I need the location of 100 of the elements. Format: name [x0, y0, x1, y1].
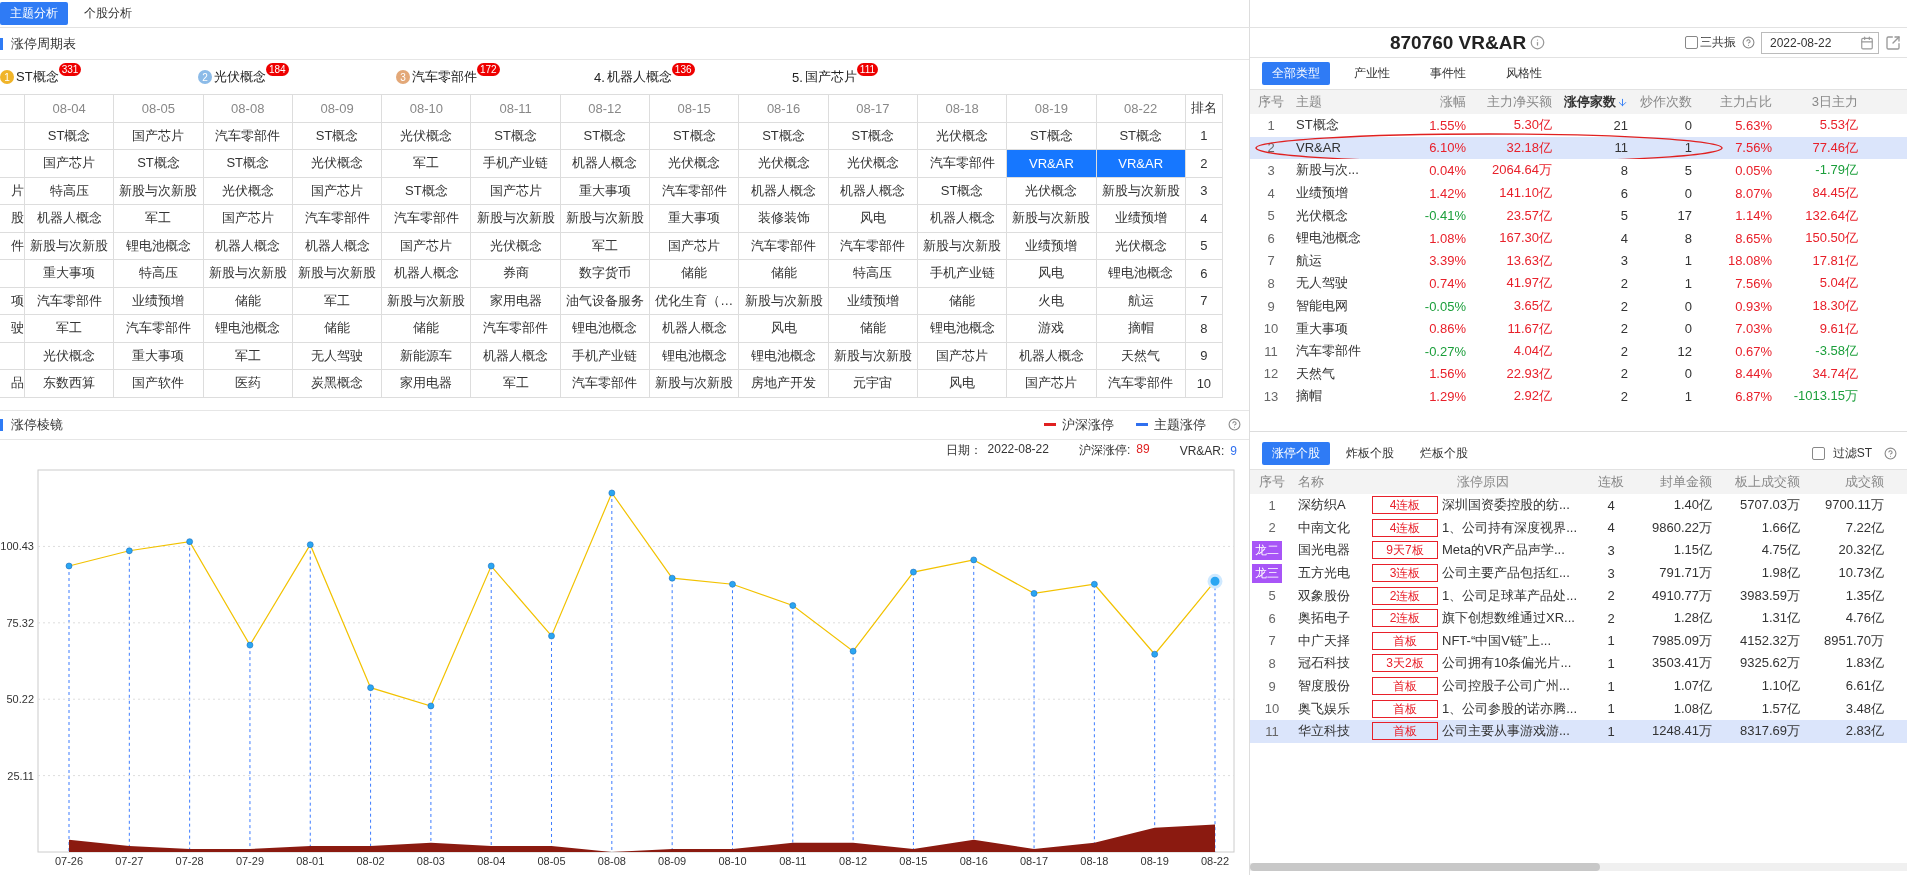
theme-cell[interactable]: 储能	[292, 315, 383, 343]
tab[interactable]: 主题分析	[0, 2, 68, 25]
theme-cell[interactable]: 特高压	[828, 260, 918, 288]
theme-cell[interactable]: 手机产业链	[560, 342, 651, 370]
theme-cell[interactable]: 业绩预增	[1007, 232, 1097, 260]
theme-cell[interactable]: ST概念	[1007, 122, 1097, 150]
theme-cell[interactable]: 储能	[917, 287, 1008, 315]
theme-cell[interactable]: 机器人概念	[917, 205, 1008, 233]
theme-cell[interactable]: 锂电池概念	[114, 232, 204, 260]
theme-cell[interactable]: ST概念	[560, 122, 651, 150]
theme-cell[interactable]: 新股与次新股	[382, 287, 472, 315]
theme-cell[interactable]: 券商	[471, 260, 561, 288]
theme-cell[interactable]: ST概念	[382, 177, 472, 205]
theme-cell[interactable]: 元宇宙	[828, 370, 918, 398]
theme-cell[interactable]: 汽车零部件	[382, 205, 472, 233]
theme-cell[interactable]: 储能	[203, 287, 293, 315]
theme-cell[interactable]: 摘帽	[1096, 315, 1186, 343]
theme-cell[interactable]: 光伏概念	[1007, 177, 1097, 205]
theme-cell[interactable]: 天然气	[1096, 342, 1186, 370]
theme-cell[interactable]: 重大事项	[25, 260, 115, 288]
theme-cell[interactable]: 光伏概念	[739, 150, 829, 178]
theme-cell[interactable]: 国产芯片	[25, 150, 115, 178]
tab[interactable]: 涨停个股	[1262, 442, 1330, 465]
theme-cell[interactable]: 航运	[1096, 287, 1186, 315]
theme-cell[interactable]: 新股与次新股	[828, 342, 918, 370]
tab[interactable]: 全部类型	[1262, 62, 1330, 85]
theme-cell[interactable]: 储能	[650, 260, 740, 288]
theme-cell[interactable]: 军工	[292, 287, 383, 315]
theme-cell[interactable]: 军工	[25, 315, 115, 343]
theme-cell[interactable]: ST概念	[828, 122, 918, 150]
theme-cell[interactable]: ST概念	[114, 150, 204, 178]
theme-cell[interactable]: 机器人概念	[203, 232, 293, 260]
theme-cell[interactable]: 锂电池概念	[560, 315, 651, 343]
theme-cell[interactable]: ST概念	[1096, 122, 1186, 150]
theme-cell[interactable]: 机器人概念	[292, 232, 383, 260]
theme-cell[interactable]: 国产芯片	[292, 177, 383, 205]
theme-cell[interactable]: 重大事项	[114, 342, 204, 370]
date-field[interactable]: 2022-08-22	[1761, 31, 1879, 54]
theme-cell[interactable]: 储能	[828, 315, 918, 343]
theme-cell[interactable]: 汽车零部件	[650, 177, 740, 205]
tab[interactable]: 个股分析	[74, 2, 142, 25]
theme-cell[interactable]: ST概念	[203, 150, 293, 178]
export-icon[interactable]	[1885, 34, 1901, 51]
theme-cell[interactable]: 风电	[1007, 260, 1097, 288]
theme-cell[interactable]: 业绩预增	[828, 287, 918, 315]
theme-cell[interactable]: 国产芯片	[917, 342, 1008, 370]
theme-cell[interactable]: 机器人概念	[828, 177, 918, 205]
theme-cell[interactable]: 机器人概念	[560, 150, 651, 178]
theme-name[interactable]: 汽车零部件	[412, 68, 477, 86]
theme-name[interactable]: ST概念	[16, 68, 59, 86]
tab[interactable]: 炸板个股	[1336, 442, 1404, 465]
theme-cell[interactable]: 医药	[203, 370, 293, 398]
theme-cell[interactable]: 家用电器	[382, 370, 472, 398]
theme-cell[interactable]: 光伏概念	[1096, 232, 1186, 260]
checkbox[interactable]	[1685, 36, 1698, 49]
theme-cell[interactable]: 机器人概念	[25, 205, 115, 233]
theme-cell[interactable]: 特高压	[114, 260, 204, 288]
theme-cell[interactable]: 新股与次新股	[471, 205, 561, 233]
theme-cell[interactable]: VR&AR	[1096, 150, 1186, 178]
theme-cell[interactable]: ST概念	[471, 122, 561, 150]
theme-cell[interactable]: 国产芯片	[650, 232, 740, 260]
theme-cell[interactable]: 国产软件	[114, 370, 204, 398]
theme-cell[interactable]: 光伏概念	[203, 177, 293, 205]
theme-cell[interactable]: 游戏	[1007, 315, 1097, 343]
theme-cell[interactable]: 机器人概念	[739, 177, 829, 205]
theme-cell[interactable]: 军工	[382, 150, 472, 178]
theme-cell[interactable]: 光伏概念	[25, 342, 115, 370]
theme-cell[interactable]: 国产芯片	[471, 177, 561, 205]
checkbox[interactable]	[1811, 447, 1825, 460]
theme-cell[interactable]: 光伏概念	[471, 232, 561, 260]
theme-cell[interactable]: ST概念	[25, 122, 115, 150]
theme-cell[interactable]: 军工	[114, 205, 204, 233]
theme-cell[interactable]: 新股与次新股	[560, 205, 651, 233]
theme-cell[interactable]: 新股与次新股	[1007, 205, 1097, 233]
theme-cell[interactable]: 风电	[828, 205, 918, 233]
theme-cell[interactable]: 新股与次新股	[650, 370, 740, 398]
theme-cell[interactable]: 家用电器	[471, 287, 561, 315]
theme-cell[interactable]: 军工	[560, 232, 651, 260]
theme-cell[interactable]: 重大事项	[560, 177, 651, 205]
theme-cell[interactable]: 风电	[739, 315, 829, 343]
theme-cell[interactable]: 机器人概念	[382, 260, 472, 288]
theme-row[interactable]: 2 VR&AR 6.10% 32.18亿 11 1 7.56% 77.46亿	[1250, 136, 1907, 160]
theme-cell[interactable]: 油气设备服务	[560, 287, 651, 315]
theme-cell[interactable]: 机器人概念	[471, 342, 561, 370]
theme-cell[interactable]: 汽车零部件	[1096, 370, 1186, 398]
theme-cell[interactable]: 特高压	[25, 177, 115, 205]
theme-cell[interactable]: 房地产开发	[739, 370, 829, 398]
help-icon[interactable]	[1228, 418, 1241, 431]
theme-cell[interactable]: ST概念	[650, 122, 740, 150]
theme-cell[interactable]: ST概念	[292, 122, 383, 150]
theme-cell[interactable]: 装修装饰	[739, 205, 829, 233]
help-icon[interactable]	[1742, 36, 1755, 49]
theme-cell[interactable]: 军工	[471, 370, 561, 398]
theme-cell[interactable]: 国产芯片	[382, 232, 472, 260]
theme-cell[interactable]: 光伏概念	[292, 150, 383, 178]
theme-cell[interactable]: 新股与次新股	[917, 232, 1008, 260]
theme-cell[interactable]: 风电	[917, 370, 1008, 398]
theme-cell[interactable]: 火电	[1007, 287, 1097, 315]
theme-cell[interactable]: 手机产业链	[917, 260, 1008, 288]
theme-cell[interactable]: 光伏概念	[828, 150, 918, 178]
